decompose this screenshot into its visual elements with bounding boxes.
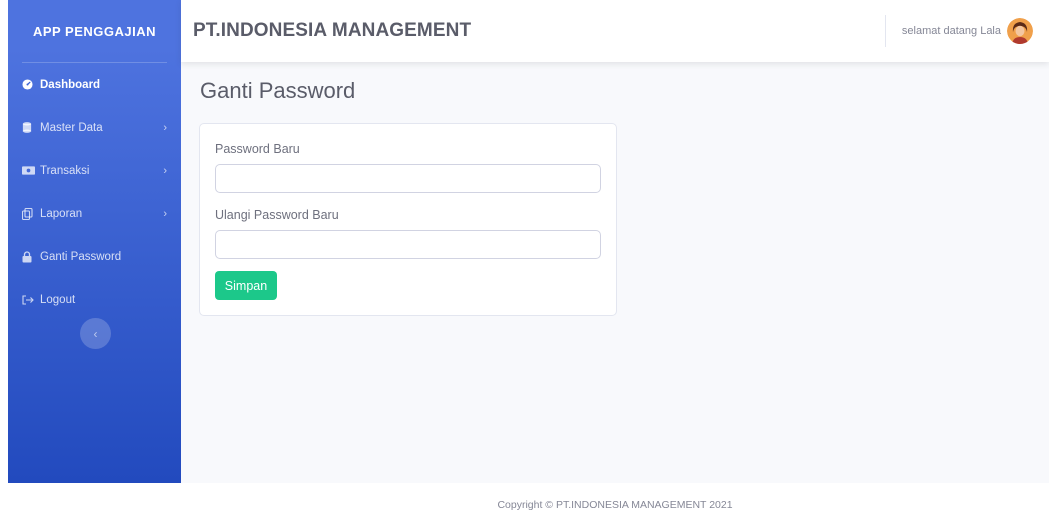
repeat-password-label: Ulangi Password Baru (215, 208, 339, 222)
chevron-right-icon: › (163, 121, 167, 134)
new-password-input[interactable] (215, 164, 601, 193)
copy-icon (22, 207, 40, 220)
topbar: PT.INDONESIA MANAGEMENT selamat datang L… (181, 0, 1049, 62)
avatar[interactable] (1007, 18, 1033, 44)
save-button[interactable]: Simpan (215, 271, 277, 300)
sidebar-item-label: Transaksi (40, 164, 90, 177)
sidebar-toggle-button[interactable]: ‹ (80, 318, 111, 349)
sidebar-item-transaksi[interactable]: Transaksi › (8, 149, 181, 192)
sidebar-item-laporan[interactable]: Laporan › (8, 192, 181, 235)
new-password-label: Password Baru (215, 142, 300, 156)
company-title: PT.INDONESIA MANAGEMENT (193, 20, 472, 41)
topbar-divider (884, 15, 886, 47)
welcome-text[interactable]: selamat datang Lala (902, 25, 1001, 37)
sidebar-item-label: Ganti Password (40, 250, 122, 263)
sidebar-item-label: Master Data (40, 121, 103, 134)
money-icon (22, 166, 40, 175)
sidebar-item-dashboard[interactable]: Dashboard (8, 63, 181, 106)
sidebar-item-ganti-password[interactable]: Ganti Password (8, 235, 181, 278)
content-area: PT.INDONESIA MANAGEMENT selamat datang L… (181, 0, 1049, 483)
page-title: Ganti Password (200, 78, 356, 103)
sidebar: APP PENGGAJIAN Dashboard Master Data › T… (8, 0, 181, 483)
footer-copyright: Copyright © PT.INDONESIA MANAGEMENT 2021 (497, 499, 733, 511)
tachometer-icon (22, 79, 40, 90)
sidebar-brand[interactable]: APP PENGGAJIAN (8, 0, 181, 62)
database-icon (22, 122, 40, 133)
chevron-right-icon: › (163, 207, 167, 220)
chevron-right-icon: › (163, 164, 167, 177)
lock-icon (22, 250, 40, 263)
sidebar-item-master-data[interactable]: Master Data › (8, 106, 181, 149)
change-password-card: Password Baru Ulangi Password Baru Simpa… (199, 123, 617, 316)
sidebar-item-logout[interactable]: Logout (8, 278, 181, 321)
repeat-password-input[interactable] (215, 230, 601, 259)
sidebar-item-label: Logout (40, 293, 76, 306)
sign-out-icon (22, 294, 40, 305)
sidebar-item-label: Dashboard (40, 78, 101, 91)
chevron-left-icon: ‹ (93, 326, 98, 341)
sidebar-item-label: Laporan (40, 207, 83, 220)
user-menu[interactable]: selamat datang Lala (884, 0, 1033, 62)
